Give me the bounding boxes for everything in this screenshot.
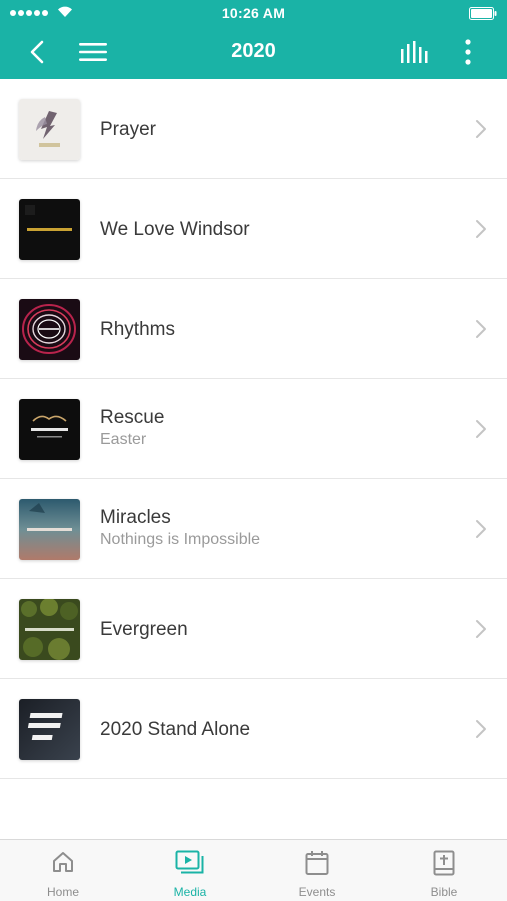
tab-media[interactable]: Media [127,840,253,901]
list-item-title: Miracles [100,507,171,528]
more-options-icon[interactable] [464,39,472,65]
status-time: 10:26 AM [221,5,286,21]
chevron-right-icon [476,720,486,738]
chevron-right-icon [476,620,486,638]
series-thumbnail [19,199,80,260]
series-thumbnail [19,699,80,760]
list-item-title: 2020 Stand Alone [100,719,251,740]
series-list: Prayer We Love Windsor Rhythms Rescue Ea… [0,79,507,779]
evergreen-artwork-icon [19,599,80,660]
page-title: 2020 [231,40,276,62]
list-item-we-love-windsor[interactable]: We Love Windsor [0,179,507,279]
list-item-title: Evergreen [100,619,188,640]
list-item-rescue[interactable]: Rescue Easter [0,379,507,479]
series-thumbnail [19,499,80,560]
miracles-artwork-icon [19,499,80,560]
app-header: 10:26 AM 2020 [0,0,507,79]
list-item-title: Rhythms [100,319,175,340]
list-item-title: We Love Windsor [100,219,250,240]
list-item-title: Prayer [100,119,156,140]
chevron-right-icon [476,520,486,538]
bible-icon [433,850,455,876]
chevron-right-icon [476,120,486,138]
chevron-right-icon [476,320,486,338]
chevron-right-icon [476,420,486,438]
tab-bible[interactable]: Bible [381,840,507,901]
chevron-right-icon [476,220,486,238]
bottom-tab-bar: Home Media Events Bible [0,839,507,901]
list-item-prayer[interactable]: Prayer [0,79,507,179]
rescue-artwork-icon [19,399,80,460]
tab-label: Home [46,885,79,899]
list-item-subtitle: Easter [100,431,147,448]
list-item-subtitle: Nothings is Impossible [100,531,261,548]
list-item-rhythms[interactable]: Rhythms [0,279,507,379]
list-item-2020-stand-alone[interactable]: 2020 Stand Alone [0,679,507,779]
audio-equalizer-icon[interactable] [400,41,430,63]
list-item-miracles[interactable]: Miracles Nothings is Impossible [0,479,507,579]
tab-home[interactable]: Home [0,840,126,901]
list-item-evergreen[interactable]: Evergreen [0,579,507,679]
media-icon [175,850,204,874]
series-thumbnail [19,599,80,660]
rhythms-artwork-icon [19,299,80,360]
tab-label: Bible [430,885,458,899]
calendar-icon [305,851,329,875]
series-thumbnail [19,299,80,360]
we-love-windsor-artwork-icon [19,199,80,260]
list-item-title: Rescue [100,407,165,428]
series-thumbnail [19,399,80,460]
tab-events[interactable]: Events [254,840,380,901]
battery-icon [469,7,497,20]
home-icon [53,852,73,872]
tab-label: Events [298,885,336,899]
series-thumbnail [19,99,80,160]
navigation-bar: 2020 [0,26,507,79]
prayer-artwork-icon [19,99,80,160]
tab-label: Media [173,885,207,899]
status-bar: 10:26 AM [0,0,507,26]
stand-alone-sermons-artwork-icon [19,699,80,760]
